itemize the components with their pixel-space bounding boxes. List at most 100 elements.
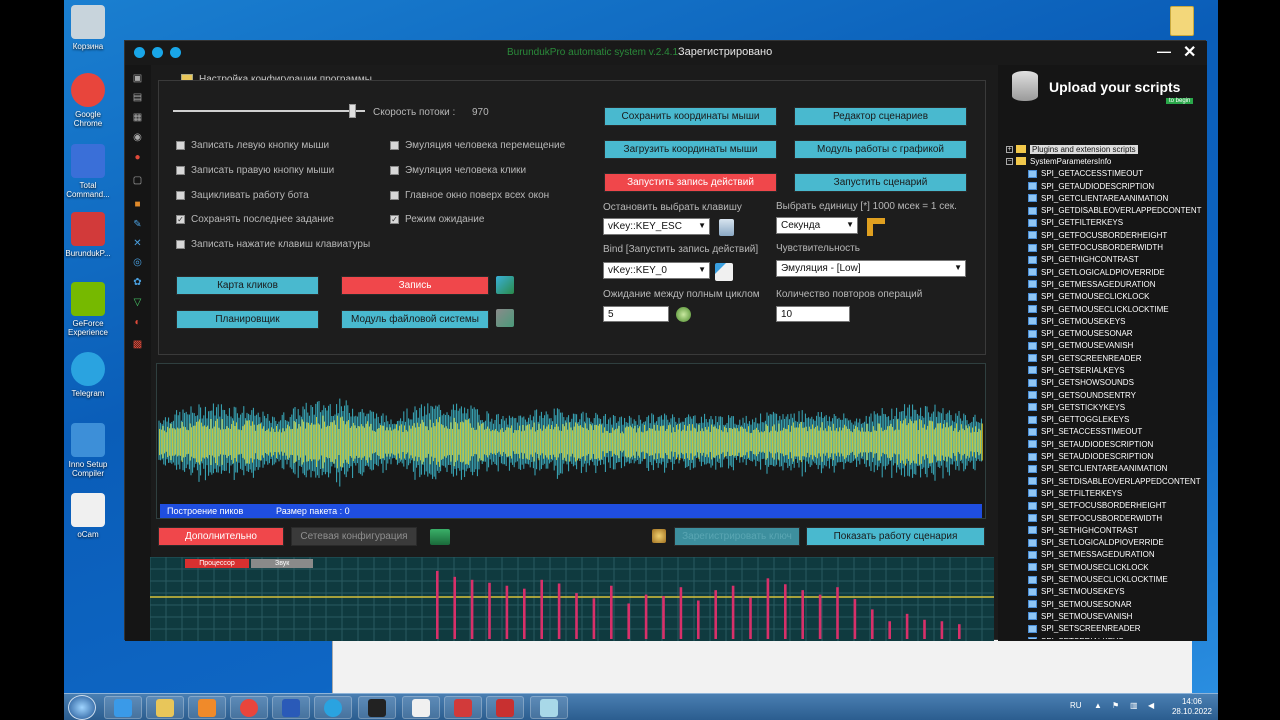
register-key-button[interactable]: Зарегистрировать ключ [674, 527, 800, 546]
window-dot-icon[interactable] [152, 47, 163, 58]
tree-item[interactable]: SPI_SETMOUSESONAR [1006, 598, 1204, 610]
window-dot-icon[interactable] [134, 47, 145, 58]
scheduler-button[interactable]: Планировщик [176, 310, 319, 329]
desktop-shortcut[interactable]: BurundukP... [64, 212, 116, 258]
tree-item[interactable]: SPI_SETFOCUSBORDERHEIGHT [1006, 500, 1204, 512]
tree-item[interactable]: SPI_GETTOGGLEKEYS [1006, 414, 1204, 426]
tray-flag-icon[interactable]: ⚑ [1112, 701, 1119, 710]
tree-item[interactable]: SPI_GETSTICKYKEYS [1006, 401, 1204, 413]
taskbar-burunduk-icon[interactable] [444, 696, 482, 719]
to-begin-badge[interactable]: to begin [1166, 98, 1194, 104]
scenario-editor-button[interactable]: Редактор сценариев [794, 107, 967, 126]
clipboard-icon[interactable] [719, 219, 734, 236]
tree-item[interactable]: SPI_SETAUDIODESCRIPTION [1006, 438, 1204, 450]
archive-icon[interactable]: ▢ [132, 175, 143, 186]
sound-icon[interactable]: ◉ [132, 132, 143, 143]
database-icon[interactable] [1012, 71, 1038, 101]
printer-icon[interactable]: ▤ [132, 92, 143, 103]
tree-item[interactable]: SPI_GETMOUSESONAR [1006, 327, 1204, 339]
tree-item[interactable]: SPI_GETFILTERKEYS [1006, 217, 1204, 229]
checkbox-box[interactable] [176, 191, 185, 200]
document-arrow-icon[interactable] [715, 263, 733, 281]
checkbox-box[interactable] [390, 191, 399, 200]
tree-item[interactable]: SPI_GETSCREENREADER [1006, 352, 1204, 364]
tree-item[interactable]: SPI_SETLOGICALDPIOVERRIDE [1006, 537, 1204, 549]
network-card-icon[interactable] [430, 529, 450, 545]
tree-item[interactable]: SPI_SETMOUSEKEYS [1006, 586, 1204, 598]
taskbar-burunduk2-icon[interactable] [486, 696, 524, 719]
tree-item[interactable]: SPI_SETACCESSTIMEOUT [1006, 426, 1204, 438]
window-dot-icon[interactable] [170, 47, 181, 58]
taskbar-save-icon[interactable] [272, 696, 310, 719]
taskbar-app-icon[interactable] [530, 696, 568, 719]
checkbox-box[interactable] [176, 240, 185, 249]
tree-item[interactable]: SPI_SETSERIALKEYS [1006, 635, 1204, 639]
unit-select[interactable]: Секунда ▼ [776, 217, 858, 234]
tree-item[interactable]: SPI_SETSCREENREADER [1006, 623, 1204, 635]
repeat-count-input[interactable]: 10 [776, 306, 850, 322]
tree-item[interactable]: SPI_SETMOUSEVANISH [1006, 610, 1204, 622]
taskbar-film-icon[interactable] [358, 696, 396, 719]
target-icon[interactable]: ◎ [132, 257, 143, 268]
taskbar-chrome-icon[interactable] [230, 696, 268, 719]
key-icon[interactable] [652, 529, 666, 543]
option-checkbox[interactable]: ✓ Режим ожидание [390, 214, 484, 225]
tray-arrow-icon[interactable]: ▲ [1094, 701, 1102, 710]
bind-key-select[interactable]: vKey::KEY_0 ▼ [603, 262, 710, 279]
tree-item[interactable]: SPI_SETMOUSECLICKLOCK [1006, 561, 1204, 573]
checkbox-box[interactable] [176, 141, 185, 150]
tree-item[interactable]: SPI_SETCLIENTAREAANIMATION [1006, 463, 1204, 475]
tab-sound[interactable]: Звук [251, 559, 313, 568]
chart-icon[interactable]: ◐ [132, 317, 143, 328]
option-checkbox[interactable]: Записать нажатие клавиш клавиатуры [176, 239, 370, 250]
wrench-icon[interactable]: ✎ [132, 219, 143, 230]
desktop-shortcut[interactable]: Google Chrome [64, 73, 116, 128]
tray-volume-icon[interactable]: ◀ [1148, 701, 1154, 710]
taskbar-explorer-icon[interactable] [146, 696, 184, 719]
tree-item[interactable]: SPI_GETACCESSTIMEOUT [1006, 168, 1204, 180]
tree-item[interactable]: SPI_GETLOGICALDPIOVERRIDE [1006, 266, 1204, 278]
tree-item[interactable]: SPI_GETSOUNDSENTRY [1006, 389, 1204, 401]
stop-key-select[interactable]: vKey::KEY_ESC ▼ [603, 218, 710, 235]
timer-icon[interactable] [676, 307, 691, 322]
option-checkbox[interactable]: ✓ Сохранять последнее задание [176, 214, 334, 225]
extra-button[interactable]: Дополнительно [158, 527, 284, 546]
checkbox-box[interactable]: ✓ [176, 215, 185, 224]
desktop-shortcut[interactable]: Telegram [64, 352, 116, 398]
option-checkbox[interactable]: Записать левую кнопку мыши [176, 140, 329, 151]
tab-cpu[interactable]: Процессор [185, 559, 249, 568]
tree-item[interactable]: SPI_SETFOCUSBORDERWIDTH [1006, 512, 1204, 524]
grid-icon[interactable]: ▩ [132, 339, 143, 350]
upload-scripts-title[interactable]: Upload your scripts [1049, 79, 1180, 95]
tree-item[interactable]: SPI_GETMOUSECLICKLOCKTIME [1006, 303, 1204, 315]
tree-item[interactable]: SPI_SETAUDIODESCRIPTION [1006, 450, 1204, 462]
load-mouse-coords-button[interactable]: Загрузить координаты мыши [604, 140, 777, 159]
start-recording-button[interactable]: Запустить запись действий [604, 173, 777, 192]
tree-item[interactable]: SPI_SETFILTERKEYS [1006, 487, 1204, 499]
minimize-button[interactable]: — [1157, 43, 1171, 59]
tree-item[interactable]: SPI_GETFOCUSBORDERHEIGHT [1006, 229, 1204, 241]
slider-thumb[interactable] [348, 104, 356, 118]
collapse-icon[interactable]: − [1006, 157, 1013, 165]
tree-item[interactable]: SPI_GETAUDIODESCRIPTION [1006, 180, 1204, 192]
network-config-button[interactable]: Сетевая конфигурация [291, 527, 417, 546]
desktop-shortcut[interactable]: Inno Setup Compiler [64, 423, 116, 478]
globe-icon[interactable]: ● [132, 152, 143, 163]
copy-icon[interactable]: ▦ [132, 112, 143, 123]
desktop-shortcut[interactable]: Total Command... [64, 144, 116, 199]
tree-item[interactable]: SPI_SETHIGHCONTRAST [1006, 524, 1204, 536]
expand-icon[interactable]: + [1006, 145, 1013, 153]
desktop-shortcut[interactable]: oCam [64, 493, 116, 539]
tree-item[interactable]: SPI_GETMOUSECLICKLOCK [1006, 291, 1204, 303]
checkbox-box[interactable] [176, 166, 185, 175]
close-button[interactable]: ✕ [1183, 42, 1196, 62]
start-scenario-button[interactable]: Запустить сценарий [794, 173, 967, 192]
speed-slider[interactable] [173, 104, 365, 118]
option-checkbox[interactable]: Зацикливать работу бота [176, 190, 309, 201]
network-tree-icon[interactable] [496, 276, 514, 294]
tree-item[interactable]: SPI_GETMOUSEKEYS [1006, 315, 1204, 327]
box-icon[interactable]: ■ [132, 199, 143, 210]
filter-icon[interactable]: ▽ [132, 297, 143, 308]
sensitivity-select[interactable]: Эмуляция - [Low] ▼ [776, 260, 966, 277]
tree-item[interactable]: SPI_GETSHOWSOUNDS [1006, 377, 1204, 389]
